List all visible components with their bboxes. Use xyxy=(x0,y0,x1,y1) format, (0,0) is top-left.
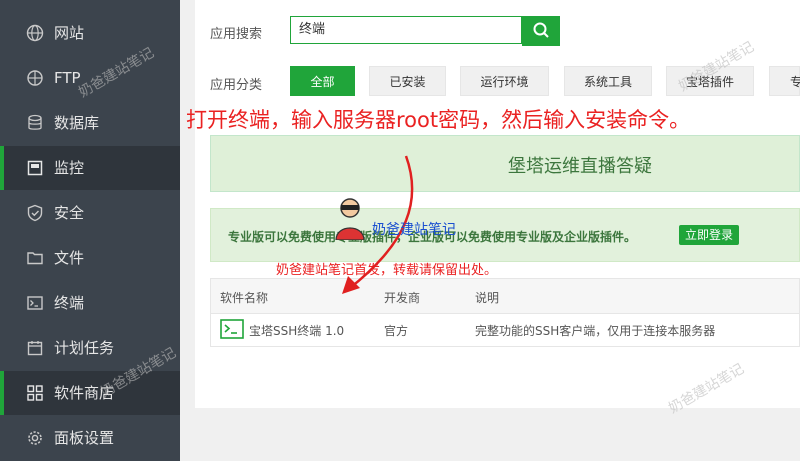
sidebar-item-website[interactable]: 网站 xyxy=(0,11,180,55)
sidebar-item-label: 终端 xyxy=(54,294,85,312)
app-developer: 官方 xyxy=(384,324,409,338)
login-button[interactable]: 立即登录 xyxy=(679,225,739,245)
app-table: 软件名称 开发商 说明 宝塔SSH终端 1.0 官方 完整功能的SSH客户端，仅… xyxy=(210,278,800,347)
search-input[interactable]: 终端 xyxy=(290,16,522,44)
globe-icon xyxy=(26,24,44,42)
sidebar-item-label: 网站 xyxy=(54,24,85,42)
banner-title: 堡塔运维直播答疑 xyxy=(508,156,652,177)
sidebar-item-monitor[interactable]: 监控 xyxy=(0,146,180,190)
column-header-description: 说明 xyxy=(475,291,500,305)
pro-banner: 专业版可以免费使用专业版插件，企业版可以免费使用专业版及企业版插件。 立即登录 xyxy=(210,208,800,262)
grid-icon xyxy=(27,385,43,401)
sidebar-item-terminal[interactable]: 终端 xyxy=(0,281,180,325)
terminal-app-icon xyxy=(220,319,244,339)
category-runtime[interactable]: 运行环境 xyxy=(460,66,549,96)
table-header: 软件名称 开发商 说明 xyxy=(211,279,799,314)
sidebar-item-label: 数据库 xyxy=(54,114,100,132)
category-pro[interactable]: 专 xyxy=(769,66,800,96)
sidebar-item-label: 计划任务 xyxy=(54,339,115,357)
sidebar-item-database[interactable]: 数据库 xyxy=(0,101,180,145)
category-system-tools[interactable]: 系统工具 xyxy=(564,66,652,96)
watermark-label: 奶爸建站笔记 xyxy=(372,222,456,238)
monitor-icon xyxy=(27,160,43,176)
globe-small-icon xyxy=(27,70,43,86)
database-icon xyxy=(28,114,42,130)
instruction-annotation: 打开终端，输入服务器root密码，然后输入安装命令。 xyxy=(186,108,691,132)
category-installed[interactable]: 已安装 xyxy=(369,66,446,96)
sidebar-item-security[interactable]: 安全 xyxy=(0,191,180,235)
terminal-icon xyxy=(27,296,43,310)
search-label: 应用搜索 xyxy=(210,27,263,42)
sidebar: 网站 FTP 数据库 监控 安全 文件 终端 计划任务 软件商店 面板设置 xyxy=(0,0,180,461)
sidebar-item-label: 监控 xyxy=(54,159,85,177)
sidebar-item-label: FTP xyxy=(54,69,81,87)
calendar-icon xyxy=(27,341,43,356)
sidebar-item-files[interactable]: 文件 xyxy=(0,236,180,280)
sidebar-item-label: 安全 xyxy=(54,204,85,222)
sidebar-item-label: 面板设置 xyxy=(54,429,115,447)
shield-icon xyxy=(27,204,43,222)
category-label: 应用分类 xyxy=(210,78,263,93)
sidebar-item-label: 文件 xyxy=(54,249,85,267)
folder-icon xyxy=(27,252,43,265)
live-qa-banner[interactable]: 堡塔运维直播答疑 xyxy=(210,135,800,192)
sidebar-item-app-store[interactable]: 软件商店 xyxy=(0,371,180,415)
watermark-avatar xyxy=(335,198,365,240)
search-button[interactable] xyxy=(522,16,560,46)
sidebar-item-settings[interactable]: 面板设置 xyxy=(0,416,180,460)
column-header-name: 软件名称 xyxy=(220,291,269,305)
search-icon xyxy=(533,22,549,38)
app-name[interactable]: 宝塔SSH终端 1.0 xyxy=(249,322,344,339)
app-description: 完整功能的SSH客户端，仅用于连接本服务器 xyxy=(475,324,716,338)
gear-icon xyxy=(28,431,42,445)
category-all[interactable]: 全部 xyxy=(290,66,355,96)
